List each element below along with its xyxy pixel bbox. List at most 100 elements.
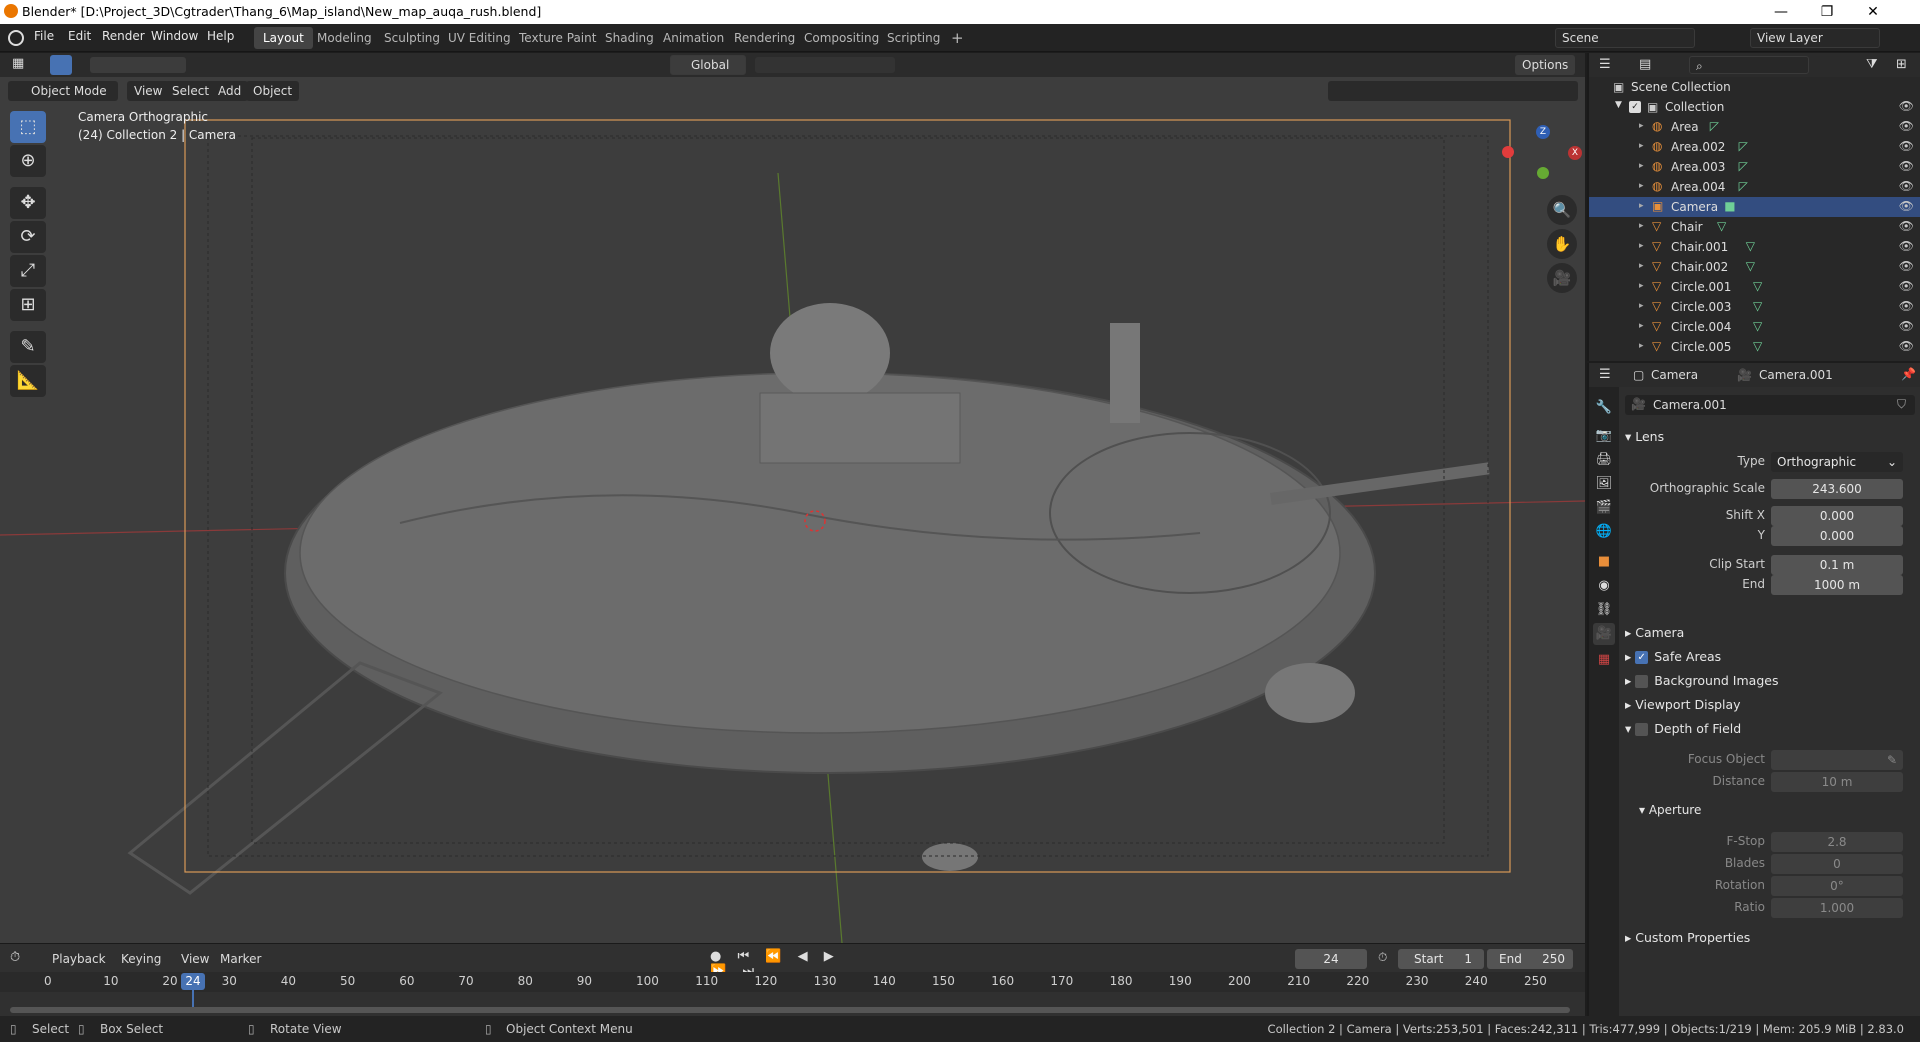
expand-arrow-icon[interactable]: ▸ xyxy=(1639,241,1644,251)
view-layer-tab-icon[interactable]: 🖼 xyxy=(1593,473,1615,495)
clip-end-field[interactable]: 1000 m xyxy=(1771,575,1903,595)
custom-properties-panel-header[interactable]: ▸ Custom Properties xyxy=(1625,930,1750,945)
visibility-eye-icon[interactable]: 👁 xyxy=(1899,159,1914,173)
minimize-button[interactable]: — xyxy=(1758,0,1804,24)
texture-tab-icon[interactable]: ▦ xyxy=(1593,649,1615,671)
current-frame-field[interactable]: 24 xyxy=(1295,949,1367,969)
tab-shading[interactable]: Shading xyxy=(596,27,663,49)
ortho-scale-field[interactable]: 243.600 xyxy=(1771,479,1903,499)
visibility-eye-icon[interactable]: 👁 xyxy=(1899,239,1914,253)
visibility-eye-icon[interactable]: 👁 xyxy=(1899,319,1914,333)
object-tab-icon[interactable]: ■ xyxy=(1593,551,1615,573)
filter-icon[interactable]: ⧩ xyxy=(1866,57,1878,72)
outliner-item[interactable]: ▸ ▽ Chair.001 ▽ 👁 xyxy=(1589,237,1920,257)
playback-controls[interactable]: ● ⏮ ⏪ ◀ ▶ ⏩ ⏭ xyxy=(710,949,860,979)
playhead-marker[interactable]: 24 xyxy=(181,973,205,990)
tab-layout[interactable]: Layout xyxy=(254,27,313,49)
mesh-data-icon[interactable]: ▽ xyxy=(1753,279,1762,293)
gizmo-y-icon[interactable] xyxy=(1537,167,1549,179)
select-box-tool-icon[interactable]: ⬚ xyxy=(10,111,46,143)
visibility-eye-icon[interactable]: 👁 xyxy=(1899,219,1914,233)
outliner-editor-type-icon[interactable]: ☰ xyxy=(1599,57,1611,72)
lens-type-dropdown[interactable]: Orthographic ⌄ xyxy=(1771,452,1903,472)
timeline-editor-type-icon[interactable]: ⏱ xyxy=(10,950,38,968)
visibility-eye-icon[interactable]: 👁 xyxy=(1899,119,1914,133)
rotate-tool-icon[interactable]: ⟳ xyxy=(10,221,46,253)
transform-tool-icon[interactable]: ⊞ xyxy=(10,289,46,321)
scene-tab-icon[interactable]: 🎬 xyxy=(1593,497,1615,519)
visibility-eye-icon[interactable]: 👁 xyxy=(1899,259,1914,273)
timeline-menu-playback[interactable]: Playback xyxy=(52,952,106,966)
background-images-checkbox[interactable] xyxy=(1635,675,1649,688)
visibility-eye-icon[interactable]: 👁 xyxy=(1899,179,1914,193)
tab-compositing[interactable]: Compositing xyxy=(795,27,888,49)
timeline-editor[interactable]: ⏱ Playback Keying View Marker ● ⏮ ⏪ ◀ ▶ … xyxy=(0,943,1585,1016)
expand-arrow-icon[interactable]: ▸ xyxy=(1639,261,1644,271)
tab-rendering[interactable]: Rendering xyxy=(725,27,804,49)
visibility-eye-icon[interactable]: 👁 xyxy=(1899,299,1914,313)
outliner-collection[interactable]: ▼ ✓ ▣ Collection 👁 xyxy=(1589,97,1920,117)
mesh-data-icon[interactable]: ▽ xyxy=(1717,219,1726,233)
depth-of-field-checkbox[interactable] xyxy=(1635,723,1649,736)
properties-editor-type-icon[interactable]: ☰ xyxy=(1599,367,1611,382)
pin-icon[interactable]: 📌 xyxy=(1901,367,1916,381)
physics-tab-icon[interactable]: ◉ xyxy=(1593,575,1615,597)
expand-arrow-icon[interactable]: ▸ xyxy=(1639,201,1644,211)
outliner-item[interactable]: ▸ ◍ Area.002 ◸ 👁 xyxy=(1589,137,1920,157)
outliner-item[interactable]: ▸ ▽ Circle.004 ▽ 👁 xyxy=(1589,317,1920,337)
gizmo-z-icon[interactable]: Z xyxy=(1536,125,1550,139)
lens-panel-header[interactable]: ▾ Lens xyxy=(1625,429,1664,444)
expand-arrow-icon[interactable]: ▸ xyxy=(1639,121,1644,131)
menu-help[interactable]: Help xyxy=(207,29,234,43)
render-tab-icon[interactable]: 📷 xyxy=(1593,425,1615,447)
mesh-data-icon[interactable]: ▽ xyxy=(1746,259,1755,273)
tab-modeling[interactable]: Modeling xyxy=(308,27,381,49)
visibility-eye-icon[interactable]: 👁 xyxy=(1899,199,1914,213)
shift-x-field[interactable]: 0.000 xyxy=(1771,506,1903,526)
tab-scripting[interactable]: Scripting xyxy=(878,27,949,49)
light-data-icon[interactable]: ◸ xyxy=(1710,119,1719,133)
expand-arrow-icon[interactable]: ▸ xyxy=(1639,341,1644,351)
properties-editor[interactable]: ☰ ▢ Camera 🎥 Camera.001 📌 🔧 📷 🖨 🖼 🎬 🌐 ■ … xyxy=(1587,363,1920,1016)
cursor-tool-icon[interactable]: ⊕ xyxy=(10,145,46,177)
visibility-eye-icon[interactable]: 👁 xyxy=(1899,279,1914,293)
close-button[interactable]: ✕ xyxy=(1850,0,1896,24)
timeline-menu-marker[interactable]: Marker xyxy=(220,952,261,966)
light-data-icon[interactable]: ◸ xyxy=(1739,159,1748,173)
zoom-icon[interactable]: 🔍 xyxy=(1547,195,1577,225)
camera-panel-header[interactable]: ▸ Camera xyxy=(1625,625,1684,640)
expand-arrow-icon[interactable]: ▸ xyxy=(1639,321,1644,331)
background-images-panel-header[interactable]: ▸ Background Images xyxy=(1625,673,1778,688)
camera-data-tab-icon[interactable]: 🎥 xyxy=(1593,623,1615,645)
light-data-icon[interactable]: ◸ xyxy=(1739,179,1748,193)
blender-menu-icon[interactable] xyxy=(8,30,24,46)
outliner-item[interactable]: ▸ ▽ Circle.001 ▽ 👁 xyxy=(1589,277,1920,297)
menu-window[interactable]: Window xyxy=(151,29,198,43)
mesh-data-icon[interactable]: ▽ xyxy=(1753,319,1762,333)
focus-object-field[interactable]: ✎ xyxy=(1771,750,1903,770)
tab-sculpting[interactable]: Sculpting xyxy=(375,27,449,49)
outliner-item[interactable]: ▸ ▽ Chair.002 ▽ 👁 xyxy=(1589,257,1920,277)
safe-areas-panel-header[interactable]: ▸ ✓ Safe Areas xyxy=(1625,649,1721,664)
measure-tool-icon[interactable]: 📐 xyxy=(10,365,46,397)
aperture-panel-header[interactable]: ▾ Aperture xyxy=(1639,803,1701,817)
new-collection-icon[interactable]: ⊞ xyxy=(1896,57,1907,72)
gizmo-x-icon[interactable]: X xyxy=(1568,146,1582,160)
timeline-menu-view[interactable]: View xyxy=(181,952,209,966)
safe-areas-checkbox[interactable]: ✓ xyxy=(1635,651,1649,664)
outliner-item[interactable]: ▸ ▣ Camera ■ 👁 xyxy=(1589,197,1920,217)
timeline-menu-keying[interactable]: Keying xyxy=(121,952,161,966)
outliner-scene-collection[interactable]: ▣ Scene Collection xyxy=(1589,77,1920,97)
outliner-item[interactable]: ▸ ◍ Area.004 ◸ 👁 xyxy=(1589,177,1920,197)
timeline-scrollbar[interactable] xyxy=(10,1007,1570,1013)
scale-tool-icon[interactable]: ⤢ xyxy=(10,255,46,287)
tab-uv-editing[interactable]: UV Editing xyxy=(439,27,520,49)
camera-datablock-selector[interactable]: 🎥 Camera.001 ⛉ xyxy=(1625,395,1915,415)
outliner-item[interactable]: ▸ ▽ Chair ▽ 👁 xyxy=(1589,217,1920,237)
navigation-gizmo[interactable]: Z X xyxy=(1528,123,1585,183)
distance-field[interactable]: 10 m xyxy=(1771,772,1903,792)
expand-arrow-icon[interactable]: ▸ xyxy=(1639,281,1644,291)
outliner-item[interactable]: ▸ ▽ Circle.003 ▽ 👁 xyxy=(1589,297,1920,317)
expand-arrow-icon[interactable]: ▸ xyxy=(1639,161,1644,171)
fstop-field[interactable]: 2.8 xyxy=(1771,832,1903,852)
